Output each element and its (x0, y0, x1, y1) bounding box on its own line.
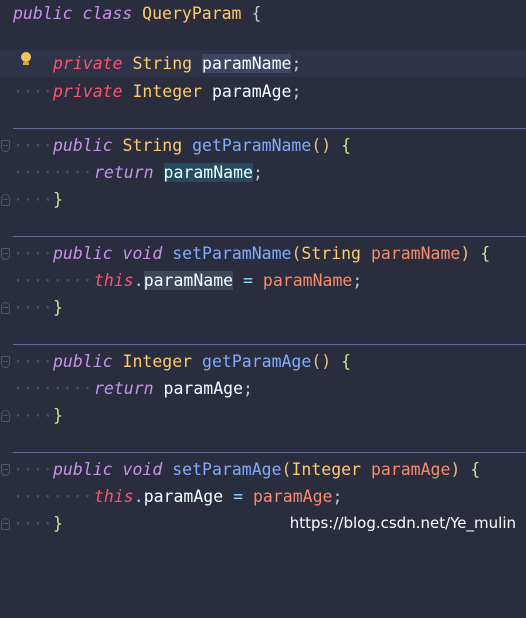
keyword-public: public (13, 4, 73, 23)
code-editor[interactable]: public class QueryParam { private String… (0, 0, 526, 545)
keyword-void: void (122, 460, 163, 479)
param-ref-paramAge: paramAge (252, 487, 333, 506)
paren-close: ) (450, 460, 461, 479)
code-line[interactable]: ···· } (0, 186, 526, 213)
code-line-current[interactable]: private String paramName; (0, 50, 526, 77)
code-line[interactable]: ···· public Integer getParamAge() { (0, 348, 526, 375)
code-line[interactable]: ···· public void setParamAge(Integer par… (0, 456, 526, 483)
indent-guide: ···· (13, 514, 53, 533)
semicolon: ; (332, 487, 343, 506)
keyword-public: public (53, 460, 113, 479)
parens: () (311, 136, 332, 155)
close-brace: } (53, 406, 63, 425)
keyword-class: class (82, 4, 133, 23)
indent-guide: ···· (13, 82, 53, 101)
method-separator (13, 236, 526, 237)
indent-guide: ···· (13, 190, 53, 209)
method-separator (13, 452, 526, 453)
method-getParamName: getParamName (192, 136, 312, 155)
indent-guide: ···· (13, 298, 53, 317)
open-brace: { (470, 460, 481, 479)
close-brace: } (53, 190, 63, 209)
method-setParamName: setParamName (172, 244, 292, 263)
code-line[interactable]: ···· public String getParamName() { (0, 132, 526, 159)
watermark-text: https://blog.csdn.net/Ye_mulin (289, 514, 516, 532)
keyword-this: this (94, 487, 134, 506)
keyword-this: this (94, 271, 134, 290)
method-separator (13, 128, 526, 129)
type-string: String (301, 244, 361, 263)
field-ref-paramName[interactable]: paramName (143, 271, 234, 290)
type-string: String (132, 54, 193, 73)
semicolon: ; (352, 271, 363, 290)
code-line[interactable]: ···· } (0, 294, 526, 321)
semicolon: ; (291, 54, 302, 73)
param-ref-paramName: paramName (262, 271, 353, 290)
keyword-public: public (53, 136, 113, 155)
assign-operator: = (233, 487, 244, 506)
keyword-return: return (94, 379, 154, 398)
return-paramName[interactable]: paramName (163, 163, 253, 182)
code-line[interactable]: ········ return paramName; (0, 159, 526, 186)
class-name: QueryParam (142, 4, 242, 23)
type-integer: Integer (122, 352, 193, 371)
semicolon: ; (243, 379, 253, 398)
close-brace: } (53, 298, 63, 317)
field-ref-paramAge: paramAge (143, 487, 224, 506)
open-brace: { (480, 244, 491, 263)
method-getParamAge: getParamAge (202, 352, 312, 371)
code-line[interactable]: ···· public void setParamName(String par… (0, 240, 526, 267)
keyword-private: private (53, 82, 123, 101)
indent-guide: ········ (13, 163, 93, 182)
indent-guide: ···· (13, 244, 53, 263)
keyword-public: public (53, 352, 113, 371)
keyword-private: private (53, 54, 123, 73)
return-paramAge: paramAge (163, 379, 244, 398)
parens: () (311, 352, 332, 371)
param-paramAge: paramAge (370, 460, 451, 479)
code-line[interactable]: ···· private Integer paramAge; (0, 78, 526, 105)
paren-close: ) (460, 244, 471, 263)
indent-guide: ···· (13, 460, 53, 479)
indent-guide: ········ (13, 379, 93, 398)
paren-open: ( (291, 244, 302, 263)
param-paramName: paramName (370, 244, 461, 263)
code-line[interactable]: ········ this.paramName = paramName; (0, 267, 526, 294)
field-paramAge: paramAge (211, 82, 292, 101)
keyword-public: public (53, 244, 113, 263)
indent-guide: ···· (13, 352, 53, 371)
dot: . (133, 271, 144, 290)
indent-guide: ········ (13, 487, 93, 506)
indent-guide: ········ (13, 271, 93, 290)
method-separator (13, 344, 526, 345)
open-brace: { (251, 4, 262, 23)
indent-guide: ···· (13, 406, 53, 425)
type-integer: Integer (291, 460, 361, 479)
code-line[interactable]: public class QueryParam { (0, 0, 526, 27)
code-line[interactable]: ········ return paramAge; (0, 375, 526, 402)
type-integer: Integer (132, 82, 203, 101)
semicolon: ; (252, 163, 263, 182)
method-setParamAge: setParamAge (172, 460, 282, 479)
close-brace: } (53, 514, 63, 533)
keyword-void: void (122, 244, 163, 263)
dot: . (133, 487, 144, 506)
keyword-return: return (94, 163, 154, 182)
paren-open: ( (281, 460, 292, 479)
lightbulb-icon[interactable] (20, 52, 32, 68)
assign-operator: = (243, 271, 253, 290)
type-string: String (122, 136, 183, 155)
code-line[interactable]: ···· } (0, 402, 526, 429)
field-paramName[interactable]: paramName (202, 54, 292, 73)
open-brace: { (341, 352, 352, 371)
indent-guide: ···· (13, 136, 53, 155)
semicolon: ; (291, 82, 302, 101)
open-brace: { (341, 136, 352, 155)
code-line[interactable]: ········ this.paramAge = paramAge; (0, 483, 526, 510)
